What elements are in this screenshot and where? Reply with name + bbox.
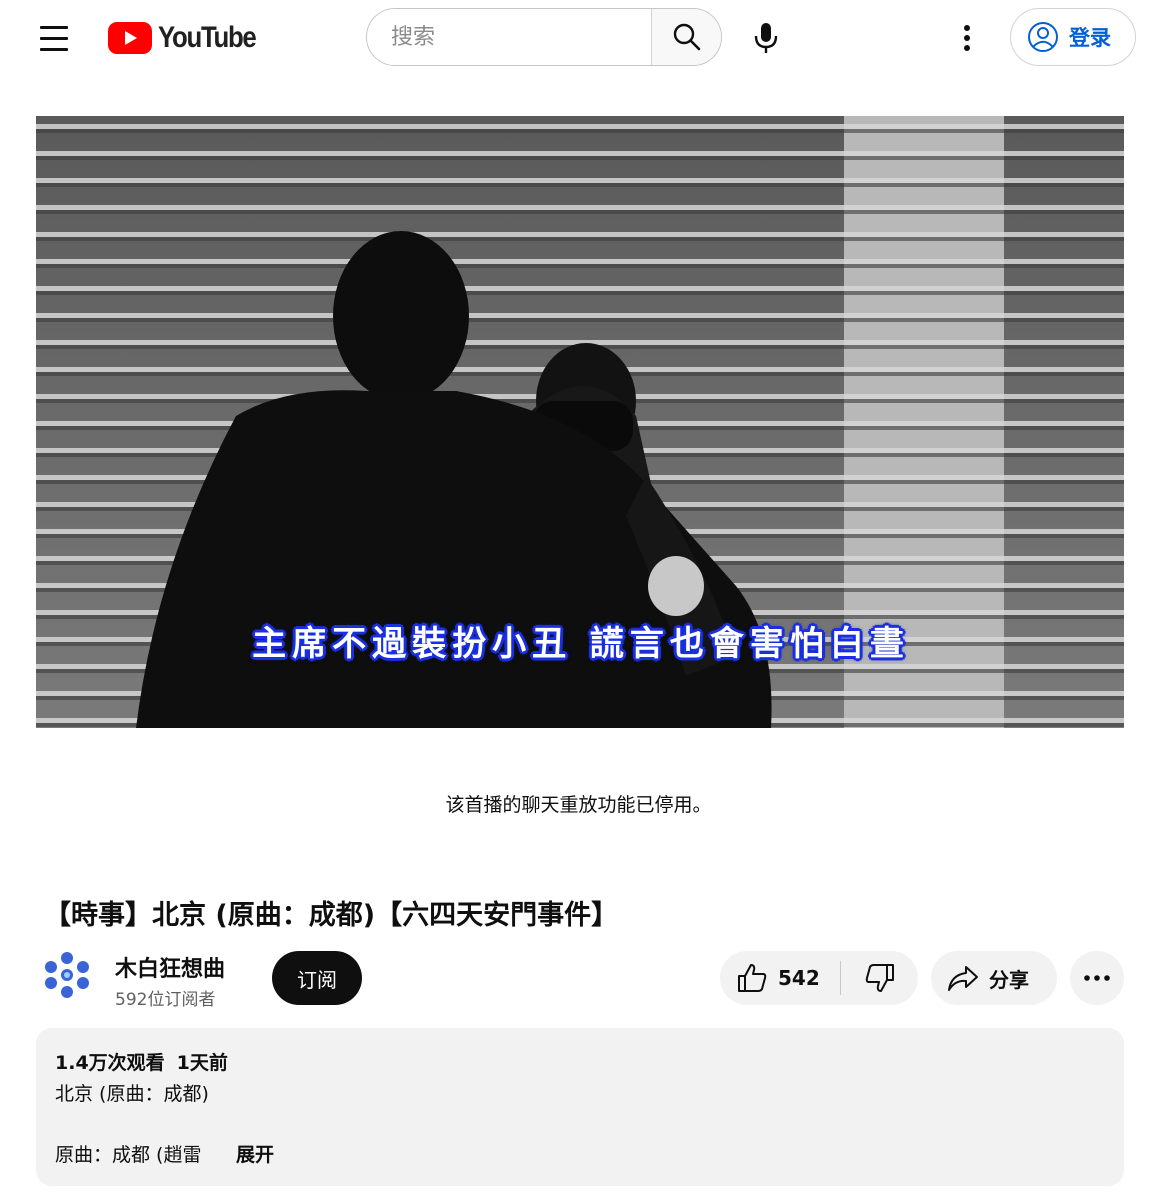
- more-vertical-icon: [964, 25, 970, 51]
- youtube-logo[interactable]: YouTube: [108, 21, 271, 54]
- search-input[interactable]: [367, 9, 651, 65]
- more-actions-button[interactable]: [1070, 951, 1124, 1005]
- more-horizontal-icon: [1084, 975, 1110, 981]
- channel-avatar[interactable]: [42, 950, 92, 1000]
- youtube-play-icon: [108, 22, 152, 54]
- share-button[interactable]: 分享: [931, 951, 1057, 1005]
- video-player[interactable]: 主席不過裝扮小丑 謊言也會害怕白晝: [36, 116, 1124, 728]
- view-meta: 1.4万次观看 1天前: [55, 1048, 228, 1075]
- description-line: 北京 (原曲：成都): [55, 1083, 209, 1105]
- logo-text: YouTube: [158, 21, 257, 54]
- share-arrow-icon: [948, 966, 978, 991]
- subscribe-button[interactable]: 订阅: [272, 951, 362, 1005]
- microphone-icon: [754, 23, 778, 53]
- search-bar: [366, 8, 722, 66]
- menu-icon[interactable]: [28, 16, 80, 60]
- description-box[interactable]: 1.4万次观看 1天前 北京 (原曲：成都) 原曲：成都 (趙雷 展开: [36, 1028, 1124, 1186]
- description-line: 原曲：成都 (趙雷: [55, 1144, 202, 1166]
- signin-label: 登录: [1069, 26, 1111, 50]
- video-subtitle: 主席不過裝扮小丑 謊言也會害怕白晝: [252, 624, 910, 664]
- like-count: 542: [778, 966, 820, 990]
- signin-button[interactable]: 登录: [1010, 8, 1136, 66]
- video-title: 【時事】北京 (原曲：成都)【六四天安門事件】: [44, 900, 619, 931]
- account-circle-icon: [1028, 22, 1058, 52]
- expand-description-button[interactable]: 展开: [236, 1140, 274, 1167]
- subscriber-count: 592位订阅者: [115, 990, 216, 1010]
- publish-date: 1天前: [176, 1052, 228, 1074]
- search-button[interactable]: [651, 9, 721, 65]
- like-dislike-group: 542: [720, 951, 918, 1005]
- chat-replay-notice: 该首播的聊天重放功能已停用。: [445, 794, 712, 816]
- like-button[interactable]: 542: [720, 951, 840, 1005]
- search-icon: [673, 23, 700, 51]
- thumbs-up-icon: [738, 964, 767, 992]
- share-label: 分享: [989, 967, 1029, 992]
- dislike-button[interactable]: [841, 951, 918, 1005]
- thumbs-down-icon: [865, 964, 894, 992]
- view-count: 1.4万次观看: [55, 1052, 165, 1074]
- settings-more-button[interactable]: [944, 12, 990, 64]
- channel-name[interactable]: 木白狂想曲: [115, 951, 225, 983]
- voice-search-button[interactable]: [740, 12, 792, 64]
